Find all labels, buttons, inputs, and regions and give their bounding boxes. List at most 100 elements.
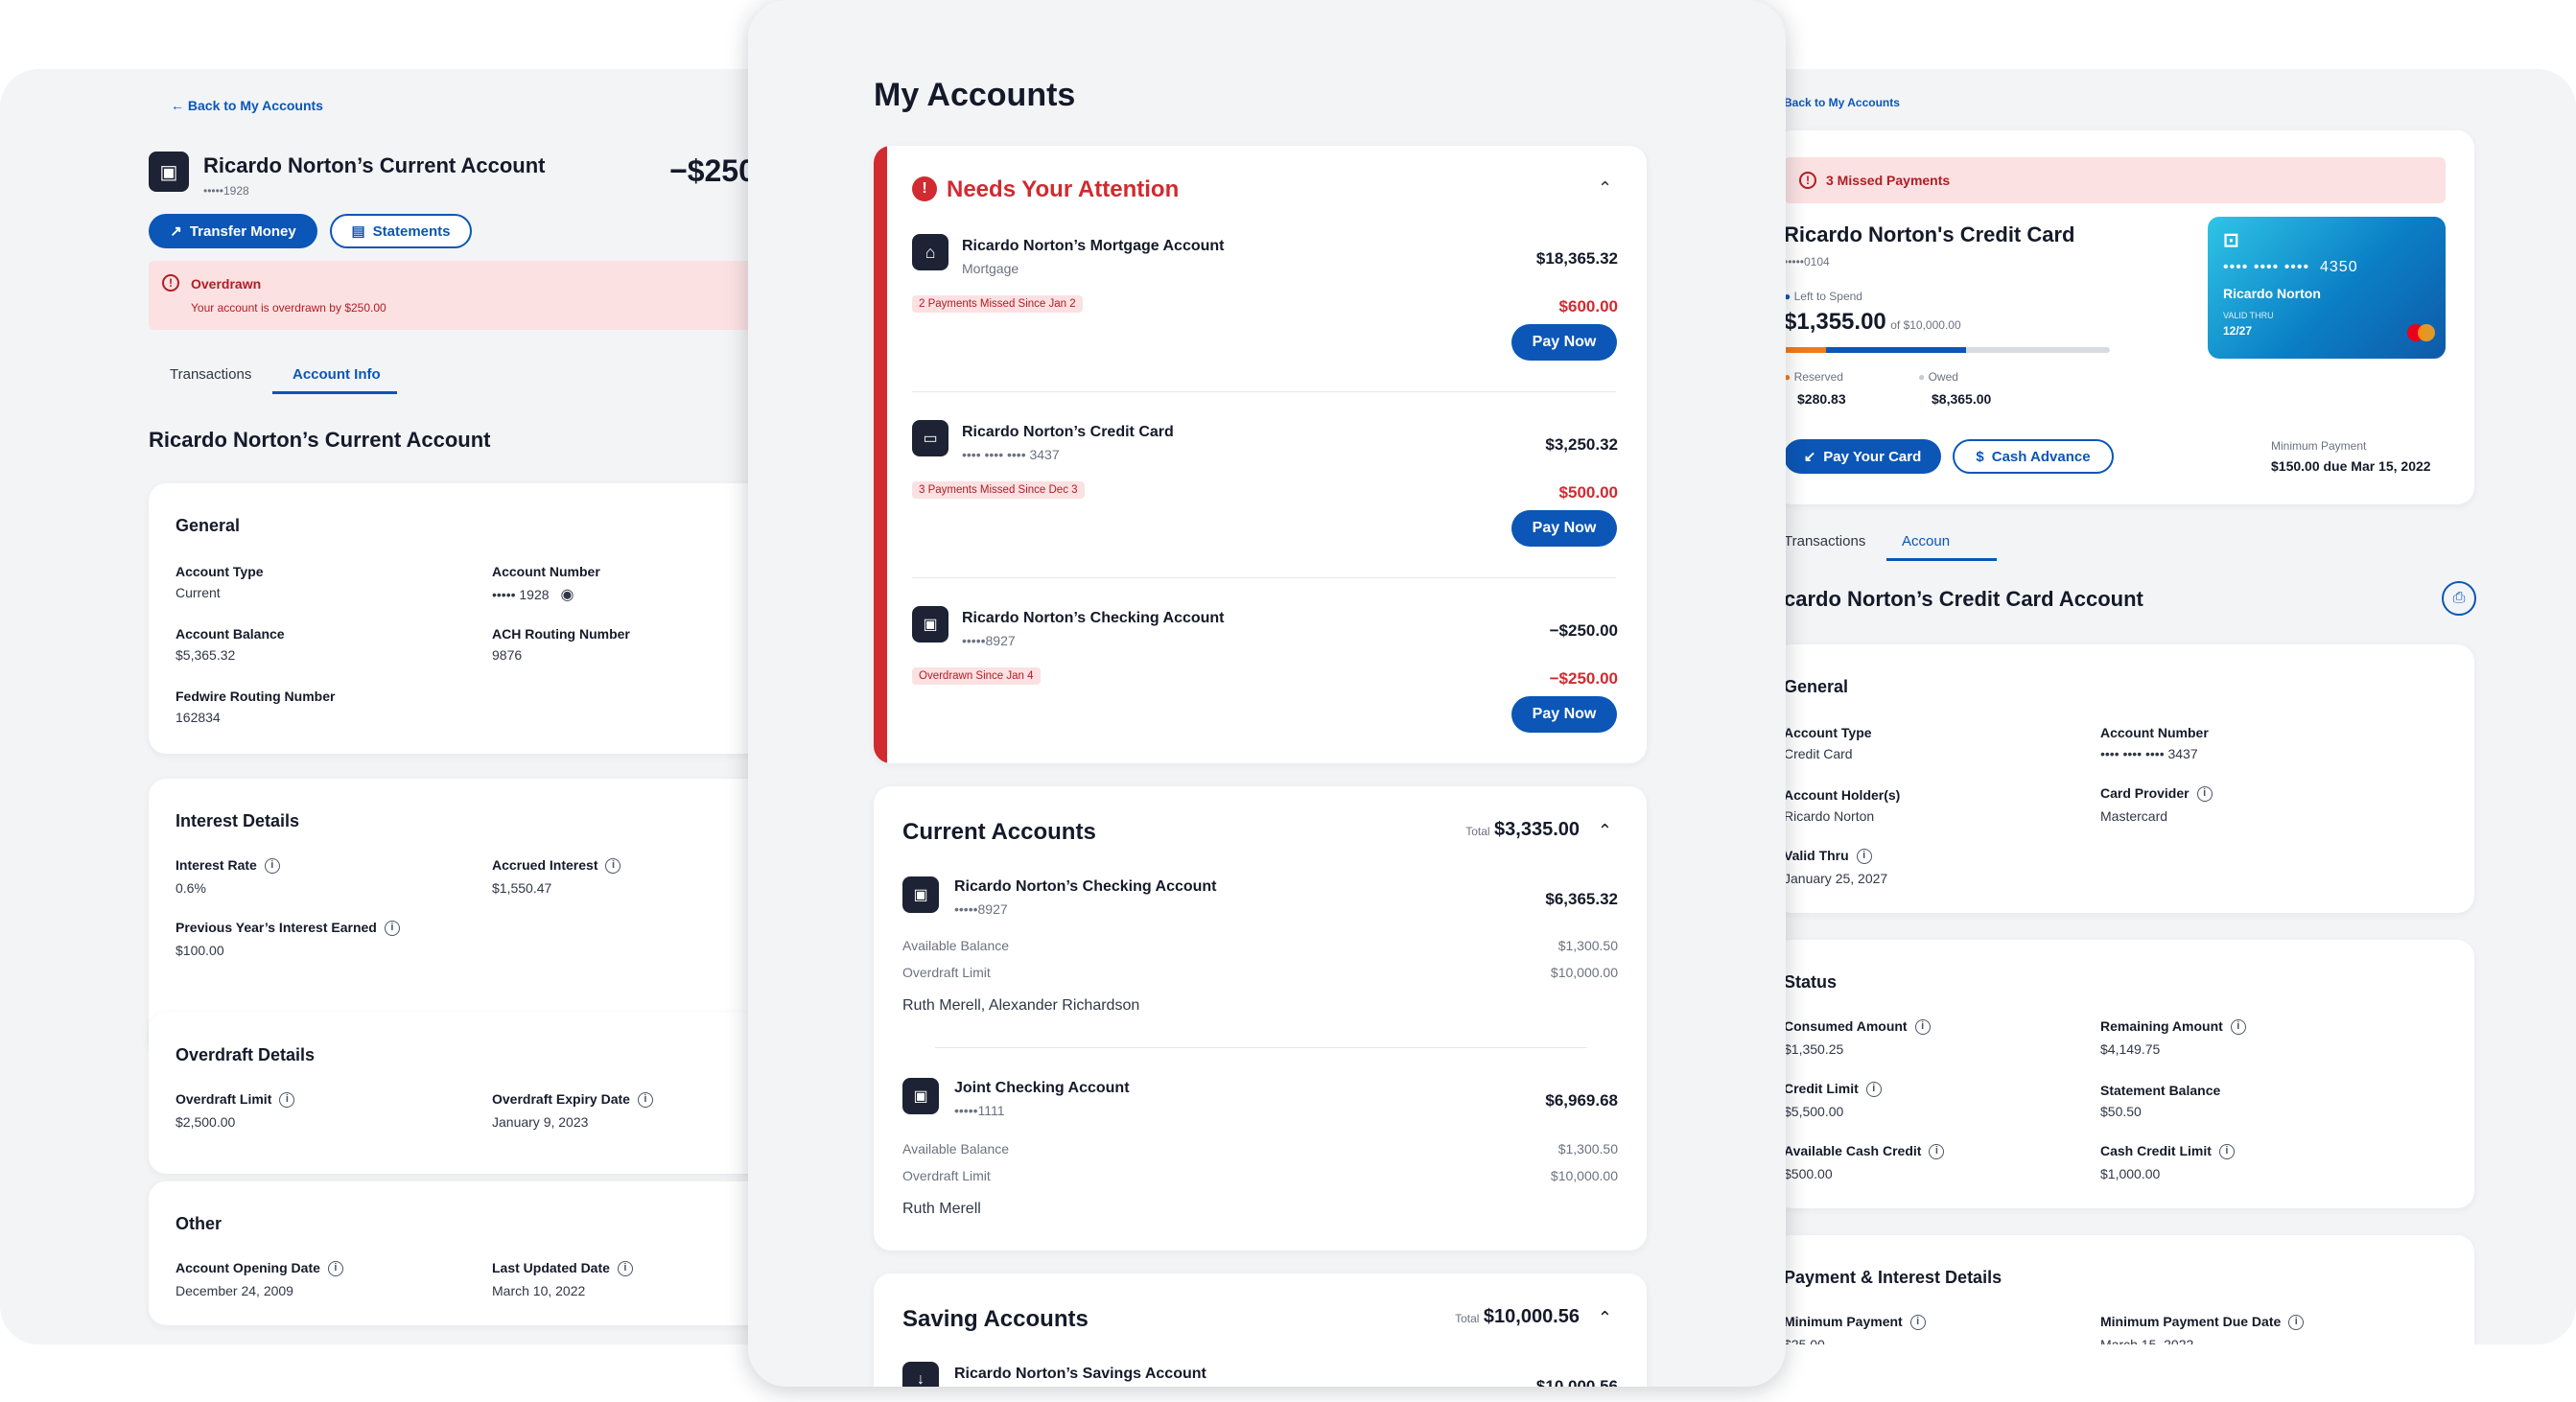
info-icon[interactable]: i [605, 858, 621, 875]
field-label: Minimum Payment i [1784, 1314, 1926, 1331]
info-icon[interactable]: i [279, 1092, 295, 1109]
field-value: March 10, 2022 [492, 1283, 586, 1298]
transfer-money-button[interactable]: ↗ Transfer Money [149, 214, 317, 248]
info-icon[interactable]: i [1856, 849, 1872, 865]
eye-icon[interactable]: ◉ [560, 587, 574, 603]
chevron-up-icon[interactable]: ⌃ [1598, 178, 1612, 199]
tab-transactions[interactable]: Transactions [1784, 533, 1865, 549]
field-label: Statement Balance [2100, 1083, 2221, 1098]
field-label: Consumed Amount i [1784, 1018, 1931, 1036]
field-value: $1,000.00 [2100, 1166, 2161, 1181]
amount-due: −$250.00 [1549, 669, 1618, 688]
account-sub: Mortgage [962, 261, 1019, 276]
owed-label: ● Owed [1918, 370, 1958, 384]
available-label: Available Balance [902, 1141, 1010, 1157]
left-to-spend-label: ● Left to Spend [1784, 290, 1862, 303]
info-icon[interactable]: i [1909, 1315, 1926, 1331]
info-icon[interactable]: i [2230, 1019, 2246, 1036]
available-value: $1,300.50 [1557, 1141, 1618, 1157]
field-value: 9876 [492, 647, 523, 663]
field-label: Card Provider i [2100, 785, 2213, 803]
field-value: $100.00 [176, 943, 224, 958]
info-icon[interactable]: i [637, 1092, 653, 1109]
field-value: January 9, 2023 [492, 1114, 589, 1130]
field-value: •••• •••• •••• 3437 [2100, 746, 2198, 761]
back-link[interactable]: Back to My Accounts [1784, 96, 1900, 109]
reserved-value: $280.83 [1797, 391, 1846, 407]
info-icon[interactable]: i [2218, 1144, 2235, 1160]
divider [935, 1047, 1587, 1048]
field-value: $1,350.25 [1784, 1041, 1844, 1057]
arrow-up-right-icon: ↗ [170, 223, 182, 240]
account-sub: •••••8927 [954, 901, 1008, 917]
tab-account-info[interactable]: Account Info [293, 366, 381, 383]
field-label: Previous Year’s Interest Earned i [176, 920, 400, 937]
cash-advance-button[interactable]: $ Cash Advance [1953, 439, 2114, 474]
payment-interest-card: Payment & Interest Details Minimum Payme… [1784, 1235, 2474, 1344]
alert-title: Overdrawn [191, 276, 262, 292]
field-label: Fedwire Routing Number [176, 689, 336, 704]
field-label: Credit Limit i [1784, 1081, 1882, 1098]
print-icon[interactable]: ⎙ [2442, 581, 2476, 616]
field-label: Valid Thru i [1784, 848, 1872, 865]
field-label: Account Type [1784, 725, 1872, 740]
info-icon[interactable]: i [384, 921, 400, 937]
field-label: Account Number [2100, 725, 2209, 740]
pay-now-button[interactable]: Pay Now [1511, 324, 1617, 361]
wallet-icon: ▣ [149, 152, 189, 192]
statements-button[interactable]: ▤ Statements [330, 214, 472, 248]
dot-icon: ● [1918, 370, 1926, 384]
back-link[interactable]: ← Back to My Accounts [171, 98, 323, 113]
field-value: $5,500.00 [1784, 1104, 1844, 1119]
wallet-icon: ▣ [902, 876, 939, 913]
info-icon[interactable]: i [617, 1261, 633, 1277]
card-visual-holder: Ricardo Norton [2223, 286, 2321, 301]
info-icon[interactable]: i [264, 858, 280, 875]
status-tag: 3 Payments Missed Since Dec 3 [912, 481, 1085, 499]
field-value: December 24, 2009 [176, 1283, 293, 1298]
account-balance: $10,000.56 [1535, 1377, 1618, 1387]
chevron-up-icon[interactable]: ⌃ [1598, 821, 1612, 841]
field-value: January 25, 2027 [1784, 871, 1888, 886]
alert-icon: ! [912, 176, 937, 201]
overdraft-value: $10,000.00 [1550, 965, 1618, 980]
info-icon[interactable]: i [2288, 1315, 2305, 1331]
pay-your-card-button[interactable]: ↙ Pay Your Card [1784, 439, 1941, 474]
available-value: $1,300.50 [1557, 938, 1618, 953]
account-sub: •••• •••• •••• 3437 [962, 447, 1060, 462]
available-label: Available Balance [902, 938, 1010, 953]
status-tag: 2 Payments Missed Since Jan 2 [912, 295, 1083, 313]
alert-circle-icon: ! [1799, 172, 1816, 189]
account-holders: Ruth Merell [902, 1201, 981, 1217]
info-icon[interactable]: i [2196, 786, 2213, 803]
general-card: General Account Type Current Account Num… [149, 483, 767, 754]
pay-now-button[interactable]: Pay Now [1511, 696, 1617, 733]
section-total: Total $3,335.00 [1465, 819, 1580, 840]
amount-due: $600.00 [1558, 297, 1618, 315]
min-payment-value: $150.00 due Mar 15, 2022 [2271, 458, 2431, 474]
divider [912, 577, 1616, 578]
account-number: •••••1928 [203, 184, 249, 198]
section-title: Saving Accounts [902, 1306, 1089, 1332]
current-account-panel: ← Back to My Accounts ▣ Ricardo Norton’s… [0, 69, 767, 1344]
info-icon[interactable]: i [1914, 1019, 1931, 1036]
status-tag: Overdrawn Since Jan 4 [912, 667, 1041, 685]
field-label: Account Holder(s) [1784, 787, 1901, 803]
page-title: Ricardo Norton’s Current Account [203, 153, 546, 177]
credit-card-summary: ! 3 Missed Payments Ricardo Norton's Cre… [1784, 130, 2474, 504]
tab-account-info[interactable]: Accoun [1902, 533, 1950, 549]
divider [912, 391, 1616, 392]
pay-now-button[interactable]: Pay Now [1511, 510, 1617, 547]
credit-card-panel: Back to My Accounts ! 3 Missed Payments … [1784, 69, 2576, 1344]
section-total: Total $10,000.56 [1455, 1306, 1580, 1327]
page-title: My Accounts [874, 77, 1076, 113]
tab-underline [272, 391, 397, 394]
info-icon[interactable]: i [1865, 1082, 1882, 1098]
mastercard-icon [2407, 324, 2436, 341]
tab-transactions[interactable]: Transactions [170, 366, 251, 383]
info-icon[interactable]: i [327, 1261, 343, 1277]
chevron-up-icon[interactable]: ⌃ [1598, 1308, 1612, 1328]
section-title: Ricardo Norton’s Current Account [149, 428, 491, 452]
info-icon[interactable]: i [1929, 1144, 1945, 1160]
document-icon: ▤ [351, 223, 365, 240]
